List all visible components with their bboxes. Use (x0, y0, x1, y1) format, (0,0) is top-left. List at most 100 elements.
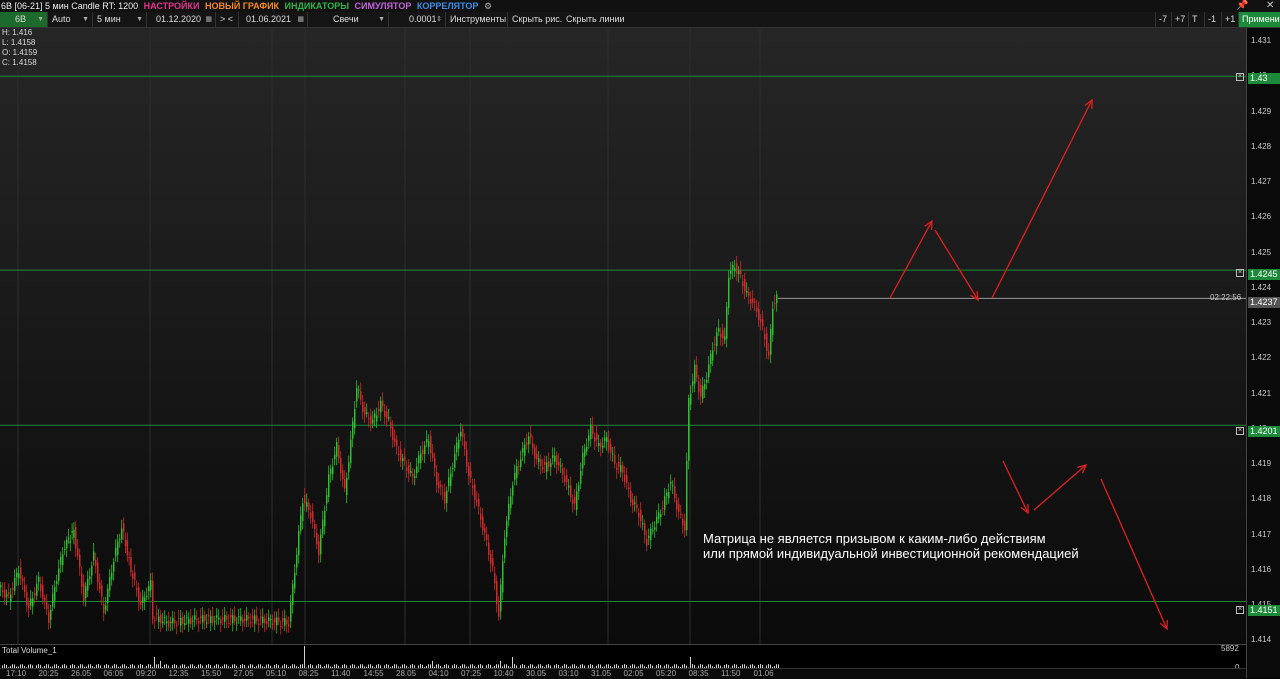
candle-body (95, 559, 97, 567)
candle (762, 310, 764, 331)
spinner-icon[interactable]: ⇕ (436, 12, 442, 27)
candle-body (454, 453, 456, 468)
level-tag-4: 1.4151 (1248, 605, 1280, 616)
candle-body (552, 455, 554, 458)
candle-body (8, 592, 10, 595)
pin-icon[interactable]: 📌 (1236, 0, 1248, 12)
apply-button[interactable]: Применить (1239, 12, 1280, 27)
candle-body (111, 572, 113, 580)
candle-body (574, 496, 576, 504)
remove-level-icon[interactable]: × (1236, 427, 1244, 435)
candle-body (352, 421, 354, 439)
current-price-tag: 1.4237 (1248, 297, 1280, 308)
candle (69, 534, 72, 552)
candle (494, 566, 496, 591)
candle-body (508, 503, 510, 520)
candle (408, 459, 410, 482)
candle-body (190, 617, 192, 625)
candle (474, 478, 476, 509)
candle (572, 494, 574, 513)
candle (292, 579, 294, 614)
candle-body (10, 594, 12, 603)
candle (472, 478, 474, 496)
candle-body (424, 445, 426, 455)
plus7-button[interactable]: +7 (1172, 12, 1189, 27)
remove-level-icon[interactable]: × (1236, 73, 1244, 81)
candle-body (264, 618, 266, 624)
candle-body (278, 617, 280, 622)
candle (412, 468, 414, 485)
candle-body (274, 618, 276, 623)
candle (228, 614, 230, 628)
candle-body (234, 615, 236, 622)
today-button[interactable]: T (1189, 12, 1205, 27)
price-axis[interactable]: 1.431 1.43 1.429 1.428 1.427 1.426 1.425 1.424 1… (1221, 28, 1280, 678)
candle (560, 458, 562, 474)
candle (332, 458, 334, 481)
menu-new-chart[interactable]: НОВЫЙ ГРАФИК (205, 1, 279, 11)
candle-body (294, 572, 296, 589)
calendar-icon[interactable]: ▦ (205, 12, 212, 27)
candle-body (320, 534, 322, 555)
time-axis[interactable]: 17:10 20:25 26.05 06:05 09:20 12:35 15:50 27.05… (0, 668, 1246, 679)
candle-body (520, 459, 522, 468)
candle (312, 503, 314, 529)
scale-select[interactable]: Auto ▼ (49, 12, 93, 27)
candle (2, 582, 4, 598)
candle (320, 528, 322, 563)
time-axis-label: 05:20 (656, 669, 677, 678)
candle (222, 609, 224, 626)
candle (402, 453, 404, 470)
date-from-field[interactable]: 01.12.2020 ▦ (148, 12, 216, 27)
timeframe-select[interactable]: 5 мин ▼ (94, 12, 147, 27)
plus1-button[interactable]: +1 (1222, 12, 1239, 27)
candle (354, 400, 356, 435)
candle-body (772, 308, 774, 335)
candle (416, 457, 418, 479)
candle (62, 546, 64, 573)
candle-body (578, 485, 580, 492)
instruments-button[interactable]: Инструменты (447, 12, 508, 27)
time-axis-label: 11:40 (331, 669, 351, 678)
close-icon[interactable]: ✕ (1266, 0, 1274, 12)
menu-correlator[interactable]: КОРРЕЛЯТОР (417, 1, 479, 11)
remove-level-icon[interactable]: × (1236, 606, 1244, 614)
menu-settings[interactable]: НАСТРОЙКИ (144, 1, 200, 11)
candle (618, 454, 620, 474)
candle (166, 615, 168, 632)
candle-body (490, 554, 492, 564)
hide-drawings-button[interactable]: Скрыть рис. (509, 12, 563, 27)
chart-type-select[interactable]: Свечи ▼ (309, 12, 389, 27)
symbol-select[interactable]: 6B ▼ (0, 12, 48, 27)
tick-size-value: 0.0001 (409, 14, 437, 24)
volume-pane[interactable]: Total Volume_1 (0, 644, 1246, 669)
candle (109, 569, 111, 598)
menu-indicators[interactable]: ИНДИКАТОРЫ (285, 1, 349, 11)
tick-size-field[interactable]: 0.0001 ⇕ (390, 12, 446, 27)
candle-body (700, 385, 702, 397)
gears-icon[interactable]: ⚙ (484, 1, 492, 11)
date-to-field[interactable]: 01.06.2021 ▦ (240, 12, 308, 27)
minus7-button[interactable]: -7 (1155, 12, 1172, 27)
date-nav-buttons[interactable]: > < (217, 12, 239, 27)
candle-body (83, 583, 85, 602)
candle (105, 596, 107, 615)
candle-body (312, 511, 314, 522)
candle-body (566, 474, 568, 483)
time-axis-label: 07:25 (461, 669, 482, 678)
candle (548, 452, 550, 472)
candle (496, 575, 498, 613)
candle-body (4, 589, 6, 598)
candle-body (418, 455, 420, 464)
candle-body (150, 580, 152, 591)
hide-lines-button[interactable]: Скрыть линии (563, 12, 627, 27)
remove-level-icon[interactable]: × (1236, 269, 1244, 277)
candle-body (212, 615, 214, 623)
minus1-button[interactable]: -1 (1205, 12, 1222, 27)
candle (766, 326, 768, 360)
candle-body (410, 470, 412, 473)
calendar-icon[interactable]: ▦ (297, 12, 304, 27)
candle-body (256, 615, 258, 621)
candle-body (366, 412, 368, 414)
menu-simulator[interactable]: СИМУЛЯТОР (355, 1, 412, 11)
